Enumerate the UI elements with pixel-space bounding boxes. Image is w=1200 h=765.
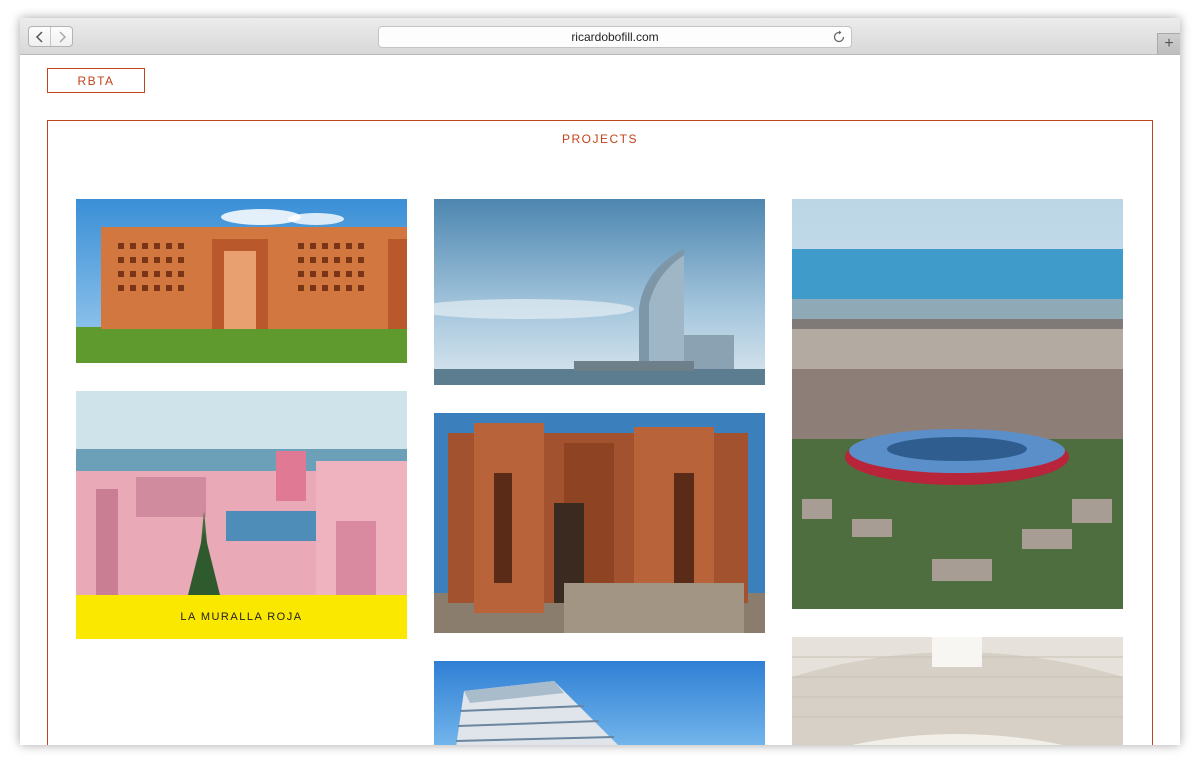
forward-button[interactable] [50,27,72,46]
project-card-la-muralla-roja[interactable]: LA MURALLA ROJA [76,391,407,639]
project-card-glass-office[interactable] [434,661,765,745]
project-card-brick-towers[interactable] [434,413,765,633]
glass-office-image [434,661,765,745]
project-card-stadium-city[interactable] [792,199,1123,609]
projects-frame: PROJECTS LA MURALLA ROJA [47,120,1153,745]
page-content: RBTA PROJECTS LA MURALLA ROJA [20,55,1180,745]
back-button[interactable] [29,27,50,46]
project-card-hotel-tower[interactable] [434,199,765,385]
project-caption: LA MURALLA ROJA [76,595,407,639]
url-text: ricardobofill.com [571,30,659,44]
section-title: PROJECTS [561,132,638,146]
site-logo[interactable]: RBTA [47,68,145,93]
plus-icon: + [1164,35,1174,52]
brick-tower-image [434,413,765,633]
chevron-left-icon [35,30,43,43]
pink-terraces-image [76,391,407,595]
terracotta-building-image [76,199,407,363]
navigation-buttons [28,26,73,47]
project-card-terracotta[interactable] [76,199,407,363]
new-tab-button[interactable]: + [1157,33,1180,54]
browser-window: ricardobofill.com + RBTA PROJECTS LA MUR… [20,18,1180,745]
project-card-vaulted-interior[interactable] [792,637,1123,745]
city-panorama-image [792,199,1123,609]
browser-toolbar: ricardobofill.com + [20,18,1180,55]
address-bar[interactable]: ricardobofill.com [378,26,852,48]
sail-hotel-image [434,199,765,385]
vaulted-interior-image [792,637,1123,745]
reload-icon[interactable] [831,29,847,45]
chevron-right-icon [59,30,66,43]
